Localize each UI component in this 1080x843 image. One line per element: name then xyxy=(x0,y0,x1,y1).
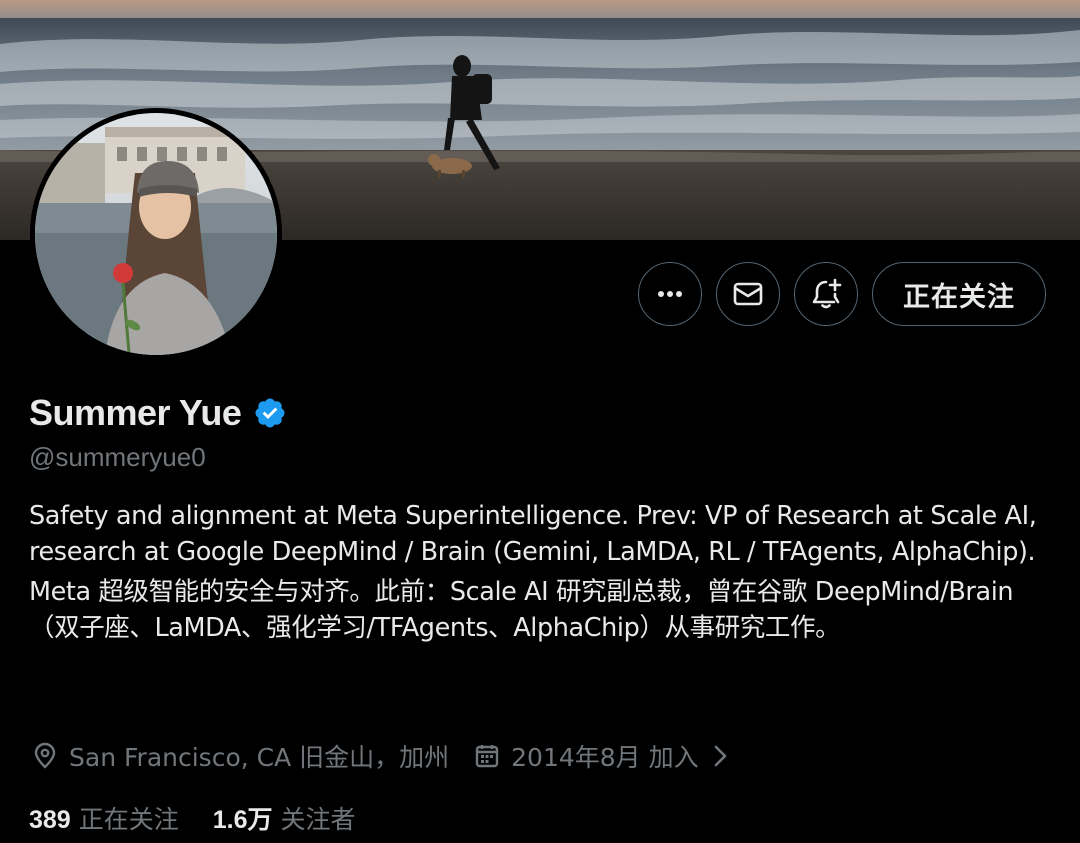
more-horizontal-icon xyxy=(658,291,682,297)
avatar[interactable] xyxy=(30,108,282,360)
more-button[interactable] xyxy=(638,262,702,326)
location-text: San Francisco, CA 旧金山，加州 xyxy=(69,743,450,772)
following-button[interactable]: 正在关注 xyxy=(872,262,1046,326)
joined-date-text: 2014年8月 加入 xyxy=(511,743,699,772)
notifications-button[interactable] xyxy=(794,262,858,326)
joined-item[interactable]: 2014年8月 加入 xyxy=(473,738,730,774)
bio-chinese: Meta 超级智能的安全与对齐。此前：Scale AI 研究副总裁，曾在谷歌 D… xyxy=(29,577,1014,643)
profile-actions: 正在关注 xyxy=(638,262,1046,326)
followers-count: 1.6万 xyxy=(212,806,273,834)
verified-badge-icon[interactable] xyxy=(253,396,287,430)
username-handle: @summeryue0 xyxy=(29,442,206,472)
location-item: San Francisco, CA 旧金山，加州 xyxy=(31,738,449,774)
profile-bio: Safety and alignment at Meta Superintell… xyxy=(29,498,1054,646)
bio-english: Safety and alignment at Meta Superintell… xyxy=(29,501,1037,567)
message-button[interactable] xyxy=(716,262,780,326)
chevron-right-icon[interactable] xyxy=(709,743,731,769)
map-pin-icon xyxy=(34,742,56,769)
following-label: 正在关注 xyxy=(78,805,179,834)
calendar-icon xyxy=(475,745,499,768)
display-name: Summer Yue xyxy=(29,392,242,433)
followers-label: 关注者 xyxy=(280,805,356,834)
follow-stats: 389 正在关注 1.6万 关注者 xyxy=(29,800,356,836)
followers-stat-link[interactable]: 1.6万 关注者 xyxy=(213,800,356,836)
profile-meta: San Francisco, CA 旧金山，加州 2014年8月 加入 xyxy=(31,738,731,774)
following-stat-link[interactable]: 389 正在关注 xyxy=(29,800,179,836)
following-count: 389 xyxy=(29,806,71,834)
envelope-icon xyxy=(733,282,763,306)
name-row: Summer Yue xyxy=(29,392,287,434)
bell-plus-icon xyxy=(812,278,842,309)
profile-page: 正在关注 Summer Yue @summeryue0 Safety and a… xyxy=(0,0,1080,843)
